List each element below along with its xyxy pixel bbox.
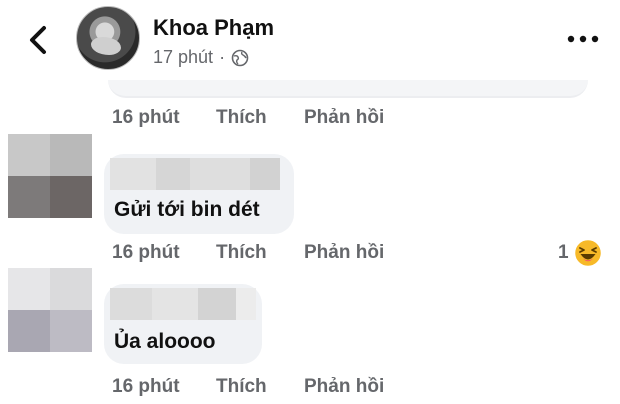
post-time[interactable]: 17 phút [153,47,213,68]
reply-button[interactable]: Phản hồi [304,242,384,264]
comment-bubble: Ủa aloooo [104,284,262,364]
comment-actions: 16 phút Thích Phản hồi [112,373,384,401]
comment-text: Ủa aloooo [114,330,216,353]
author-name[interactable]: Khoa Phạm [153,15,274,41]
reply-button[interactable]: Phản hồi [304,376,384,398]
reaction-summary[interactable]: 1 [558,238,603,268]
comment-actions: 16 phút Thích Phản hồi [112,104,384,132]
comment-time[interactable]: 16 phút [112,376,216,398]
author-avatar[interactable] [76,6,140,70]
like-button[interactable]: Thích [216,376,304,398]
avatar-photo-detail [91,37,121,55]
comment-time[interactable]: 16 phút [112,107,216,129]
reply-button[interactable]: Phản hồi [304,107,384,129]
commenter-name-blurred[interactable] [110,158,280,190]
globe-icon [231,49,249,66]
more-options-icon[interactable] [566,34,600,44]
comment-bubble: Gửi tới bin dét [104,154,294,234]
haha-emoji-icon [573,238,602,268]
post-header: Khoa Phạm 17 phút · [0,0,620,92]
back-chevron-icon[interactable] [22,22,58,58]
reaction-count: 1 [558,242,569,263]
commenter-name-blurred[interactable] [110,288,256,320]
like-button[interactable]: Thích [216,107,304,129]
commenter-avatar-blurred[interactable] [8,268,92,352]
commenter-avatar-blurred[interactable] [8,134,92,218]
meta-separator: · [219,47,226,67]
comment-actions: 16 phút Thích Phản hồi [112,239,384,267]
like-button[interactable]: Thích [216,242,304,264]
comment-text: Gửi tới bin dét [114,198,260,221]
post-meta: 17 phút · [153,47,249,68]
previous-comment-bubble-edge [108,80,588,98]
comment-time[interactable]: 16 phút [112,242,216,264]
